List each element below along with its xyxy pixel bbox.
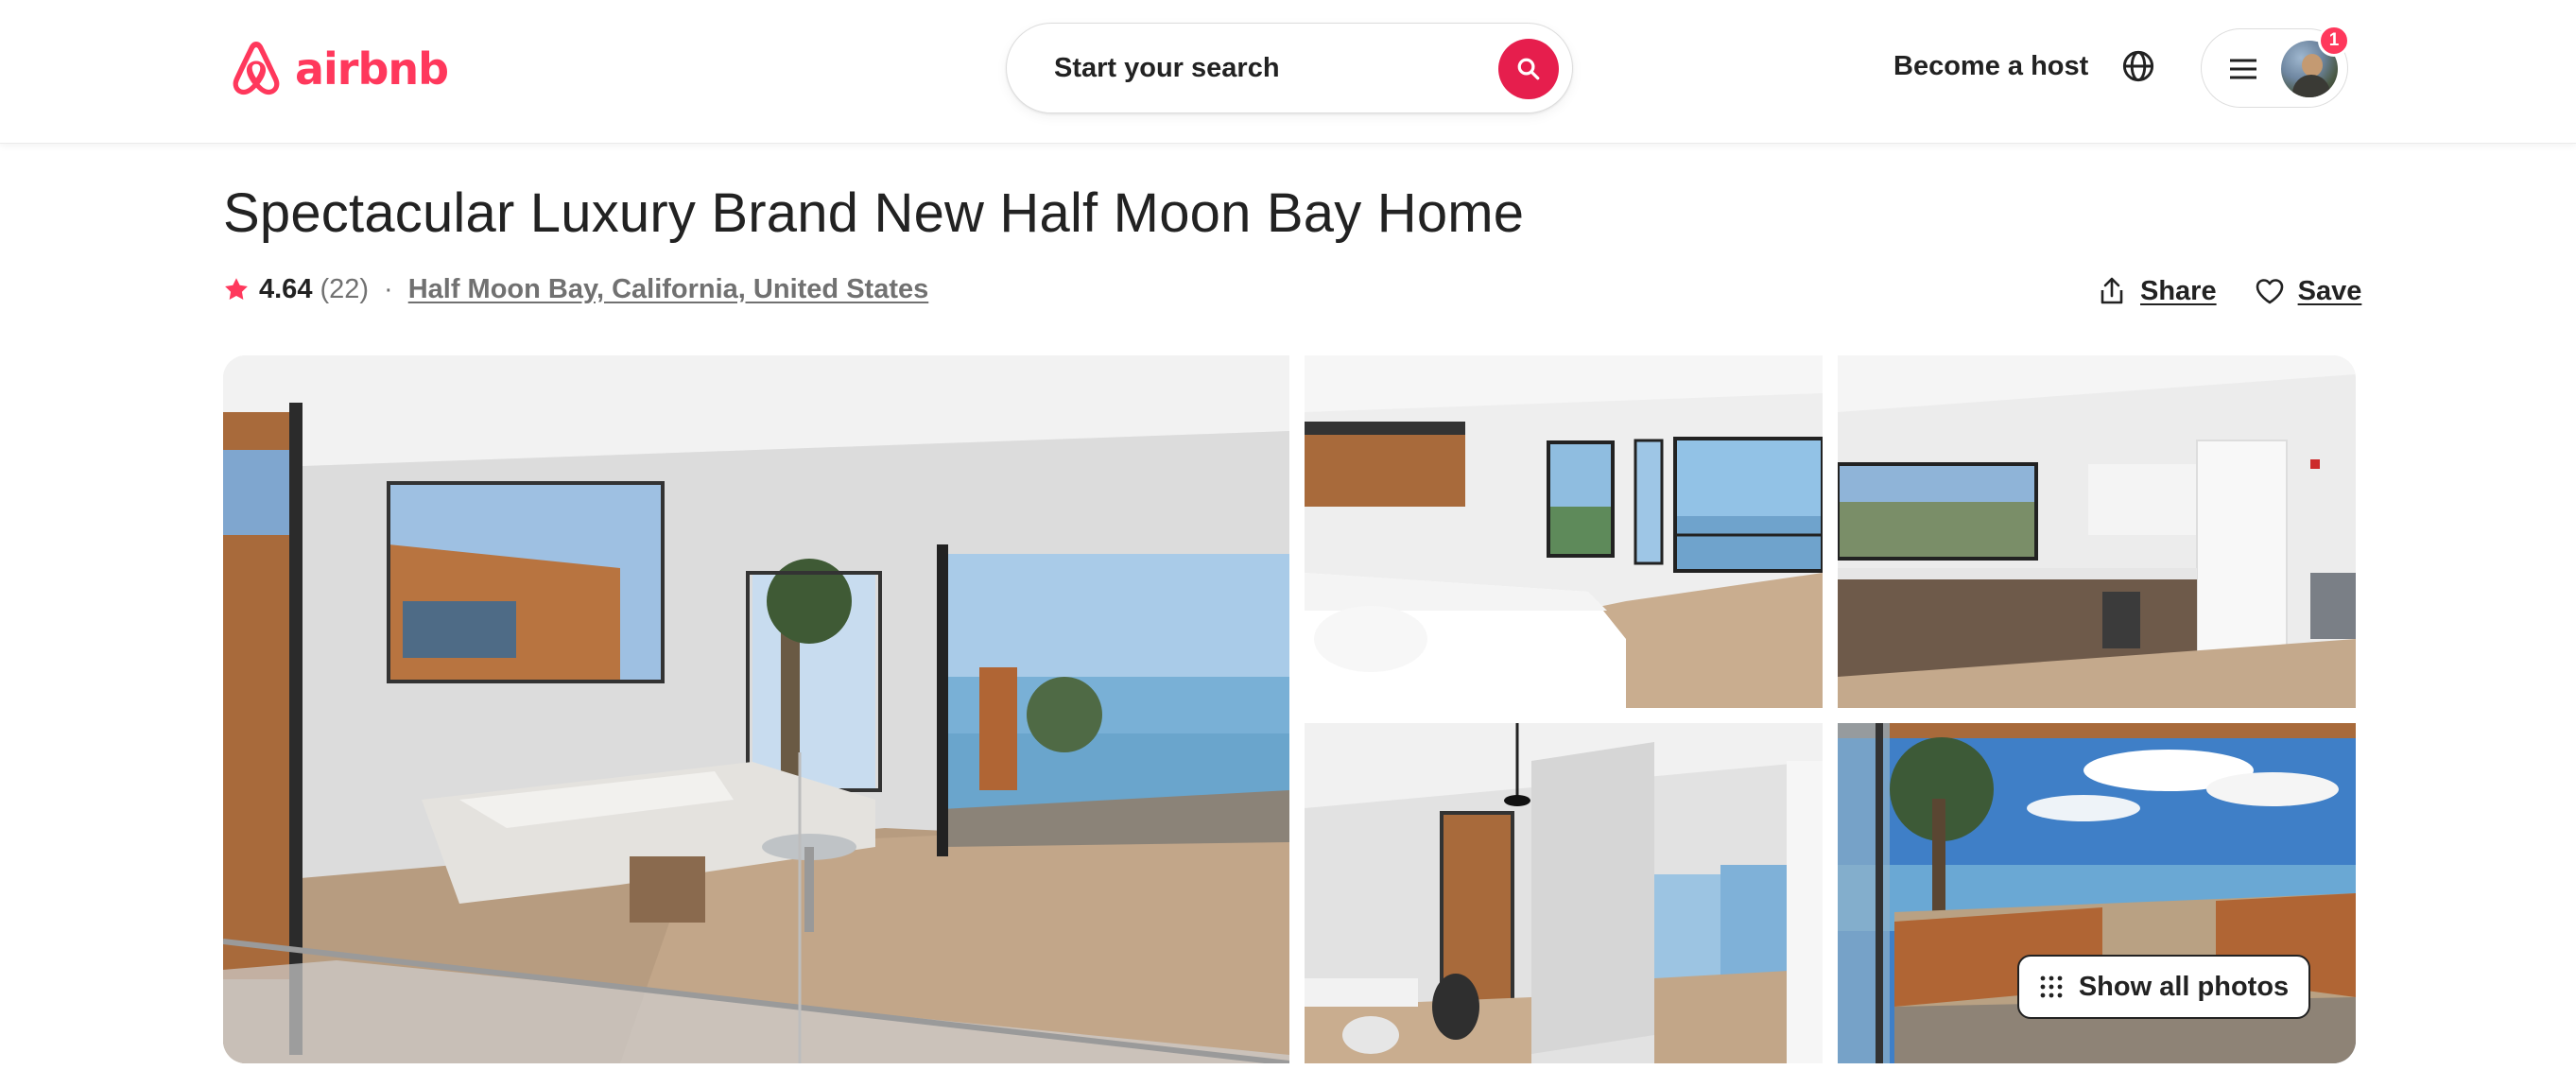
search-icon [1517, 58, 1540, 80]
listing-title: Spectacular Luxury Brand New Half Moon B… [223, 182, 1525, 244]
photo-bedroom[interactable] [1305, 355, 1823, 708]
become-host-link[interactable]: Become a host [1893, 51, 2088, 82]
save-button[interactable]: Save [2255, 275, 2362, 307]
airbnb-belo-icon [233, 41, 280, 95]
globe-icon[interactable] [2121, 49, 2155, 83]
listing-meta: 4.64 (22) · Half Moon Bay, California, U… [223, 270, 928, 308]
search-button[interactable] [1498, 39, 1559, 99]
hamburger-menu-icon [2230, 59, 2256, 79]
top-header: airbnb Start your search Become a host 1 [0, 0, 2576, 144]
grid-dots-icon [2040, 975, 2063, 998]
show-all-label: Show all photos [2078, 971, 2290, 1002]
share-icon [2101, 277, 2123, 304]
search-input[interactable]: Start your search [1054, 53, 1280, 84]
share-label: Share [2140, 275, 2217, 306]
photo-living-room[interactable] [223, 355, 1289, 1063]
photo-hallway[interactable] [1305, 723, 1823, 1063]
heart-icon [2256, 279, 2283, 304]
notification-badge: 1 [2318, 25, 2350, 57]
airbnb-logo[interactable]: airbnb [227, 36, 449, 102]
reviews-count[interactable]: (22) [320, 274, 369, 305]
share-button[interactable]: Share [2097, 276, 2217, 307]
show-all-photos-button[interactable]: Show all photos [2017, 955, 2310, 1019]
photo-kitchen[interactable] [1838, 355, 2356, 708]
save-label: Save [2297, 275, 2362, 306]
brand-name: airbnb [295, 43, 449, 95]
search-bar[interactable]: Start your search [1006, 23, 1573, 113]
rating-value: 4.64 [259, 273, 313, 304]
listing-actions: Share Save [2097, 272, 2361, 310]
star-icon [225, 278, 248, 300]
location-link[interactable]: Half Moon Bay, California, United States [408, 274, 929, 305]
meta-separator: · [384, 273, 393, 304]
